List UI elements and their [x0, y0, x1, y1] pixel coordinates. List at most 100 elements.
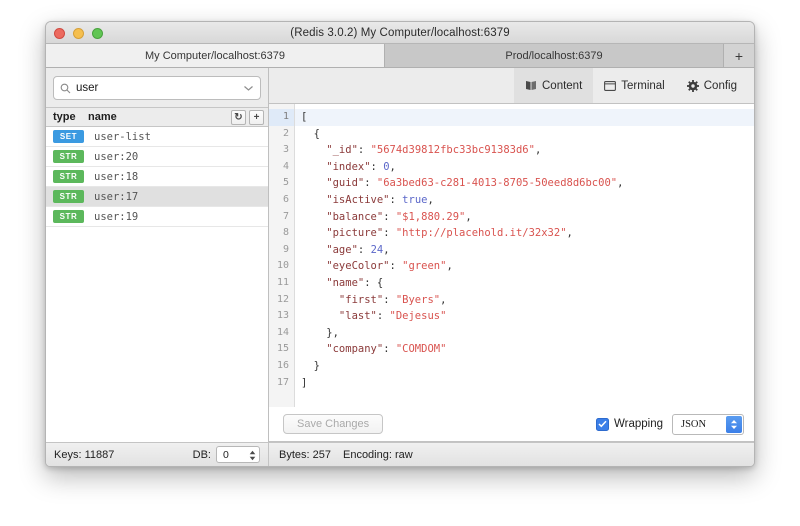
code-line: {: [295, 126, 754, 143]
connection-tab-my-computer[interactable]: My Computer/localhost:6379: [46, 44, 385, 67]
key-name-label: user:17: [94, 190, 139, 203]
code-token-punct: ,: [440, 293, 447, 306]
code-line: ]: [295, 375, 754, 392]
stepper-arrows-icon[interactable]: [249, 448, 256, 463]
checkbox-checked-icon[interactable]: [595, 417, 609, 431]
code-line: "balance": "$1,880.29",: [295, 209, 754, 226]
table-row[interactable]: STR user:20: [46, 147, 268, 167]
code-token-punct: ]: [301, 376, 308, 389]
key-type-badge: STR: [53, 170, 84, 183]
code-token-punct: ,: [534, 144, 542, 157]
code-token-key: "picture": [301, 227, 384, 240]
line-number: 5: [282, 177, 289, 189]
code-token-key: "isActive": [301, 193, 390, 206]
stepper-arrows-icon[interactable]: [726, 415, 742, 433]
editor-toolbar-right: Wrapping JSON: [595, 413, 744, 435]
status-bar-right: Bytes: 257 Encoding: raw: [269, 449, 754, 461]
code-token-key: "eyeColor": [301, 260, 390, 273]
code-line: "index": 0,: [295, 159, 754, 176]
wrapping-toggle[interactable]: Wrapping: [595, 417, 663, 431]
status-bar: Keys: 11887 DB: 0 Bytes: 257 Encoding: r…: [46, 442, 754, 466]
window-titlebar: (Redis 3.0.2) My Computer/localhost:6379: [46, 22, 754, 44]
connection-tab-prod[interactable]: Prod/localhost:6379: [385, 44, 724, 67]
tab-content[interactable]: Content: [514, 68, 594, 103]
line-number: 13: [276, 310, 289, 322]
keys-list-header: type name ↻ +: [46, 107, 268, 127]
refresh-keys-button[interactable]: ↻: [231, 110, 246, 125]
code-line: "isActive": true,: [295, 192, 754, 209]
code-line: "eyeColor": "green",: [295, 258, 754, 275]
code-token-str: "COMDOM": [395, 343, 447, 356]
window-controls: [54, 22, 103, 44]
code-token-key: "guid": [301, 177, 365, 190]
line-number: 12: [276, 293, 289, 305]
save-changes-button[interactable]: Save Changes: [283, 414, 384, 434]
add-key-button[interactable]: +: [249, 110, 264, 125]
json-editor[interactable]: 1 2 3 4 5 6 7 8 9 10 11 12 13 14 15 16 17 [ { "_id": "56…: [269, 104, 754, 407]
code-line: }: [295, 358, 754, 375]
search-box[interactable]: [53, 76, 261, 100]
search-container: [46, 68, 268, 107]
book-icon: [525, 80, 537, 91]
code-token-punct: :: [383, 293, 396, 306]
code-token-punct: :: [383, 210, 396, 223]
table-row[interactable]: STR user:19: [46, 207, 268, 227]
line-number: 17: [276, 376, 289, 388]
close-window-button[interactable]: [54, 27, 65, 39]
key-name-label: user-list: [94, 130, 151, 143]
table-row[interactable]: STR user:17: [46, 187, 268, 207]
code-line: "_id": "5674d39812fbc33bc91383d6",: [295, 142, 754, 159]
table-row[interactable]: STR user:18: [46, 167, 268, 187]
tab-config[interactable]: Config: [676, 68, 748, 103]
redis-app-window: (Redis 3.0.2) My Computer/localhost:6379…: [45, 21, 755, 467]
code-token-punct: :: [389, 260, 403, 273]
line-number: 2: [282, 127, 289, 139]
format-select-value: JSON: [681, 418, 707, 430]
code-token-punct: :: [357, 243, 371, 256]
window-title: (Redis 3.0.2) My Computer/localhost:6379: [290, 26, 510, 39]
tab-label: Terminal: [621, 79, 665, 92]
bytes-label: Bytes: 257: [279, 448, 331, 461]
search-input[interactable]: [76, 82, 238, 94]
window-body: type name ↻ + SET user-list STR user:20 STR u…: [46, 68, 754, 442]
code-token-key: "first": [301, 293, 384, 306]
refresh-icon: ↻: [234, 111, 243, 123]
code-token-str: "Dejesus": [389, 310, 447, 323]
code-line: [: [295, 109, 754, 126]
search-icon: [60, 83, 71, 94]
code-line: },: [295, 325, 754, 342]
key-name-label: user:20: [94, 150, 139, 163]
code-token-str: "5674d39812fbc33bc91383d6": [370, 144, 535, 157]
minimize-window-button[interactable]: [73, 27, 84, 39]
line-number: 10: [276, 260, 289, 272]
editor-toolbar: Save Changes Wrapping JSON: [269, 407, 754, 441]
add-connection-tab-button[interactable]: +: [724, 44, 754, 67]
code-token-punct: ,: [446, 260, 453, 273]
code-token-bool: true: [402, 193, 428, 206]
table-row[interactable]: SET user-list: [46, 127, 268, 147]
code-token-punct: :: [364, 177, 377, 190]
db-stepper[interactable]: 0: [216, 446, 260, 463]
keys-sidebar: type name ↻ + SET user-list STR user:20 STR u…: [46, 68, 269, 442]
code-token-punct: : {: [364, 276, 384, 289]
code-line: "first": "Byers",: [295, 292, 754, 309]
db-selector-group: DB: 0: [193, 446, 260, 463]
line-number: 8: [282, 227, 289, 239]
code-token-punct: ,: [383, 243, 390, 256]
keys-list[interactable]: SET user-list STR user:20 STR user:18 STR user:…: [46, 127, 268, 442]
code-token-punct: }: [301, 359, 320, 372]
tab-label: Content: [542, 79, 583, 92]
code-token-str: "6a3bed63-c281-4013-8705-50eed8d6bc00": [376, 177, 618, 190]
code-token-key: "balance": [301, 210, 384, 223]
tab-terminal[interactable]: Terminal: [593, 68, 675, 103]
code-token-key: "company": [301, 343, 384, 356]
code-token-key: "name": [301, 276, 365, 289]
chevron-down-icon[interactable]: [243, 85, 254, 92]
wrapping-label: Wrapping: [613, 418, 663, 430]
line-number: 4: [282, 160, 289, 172]
code-area[interactable]: [ { "_id": "5674d39812fbc33bc91383d6", "…: [295, 104, 754, 407]
code-token-num: 24: [370, 243, 384, 256]
line-number-gutter: 1 2 3 4 5 6 7 8 9 10 11 12 13 14 15 16 17: [269, 104, 295, 407]
zoom-window-button[interactable]: [92, 27, 103, 39]
format-select[interactable]: JSON: [672, 413, 744, 435]
